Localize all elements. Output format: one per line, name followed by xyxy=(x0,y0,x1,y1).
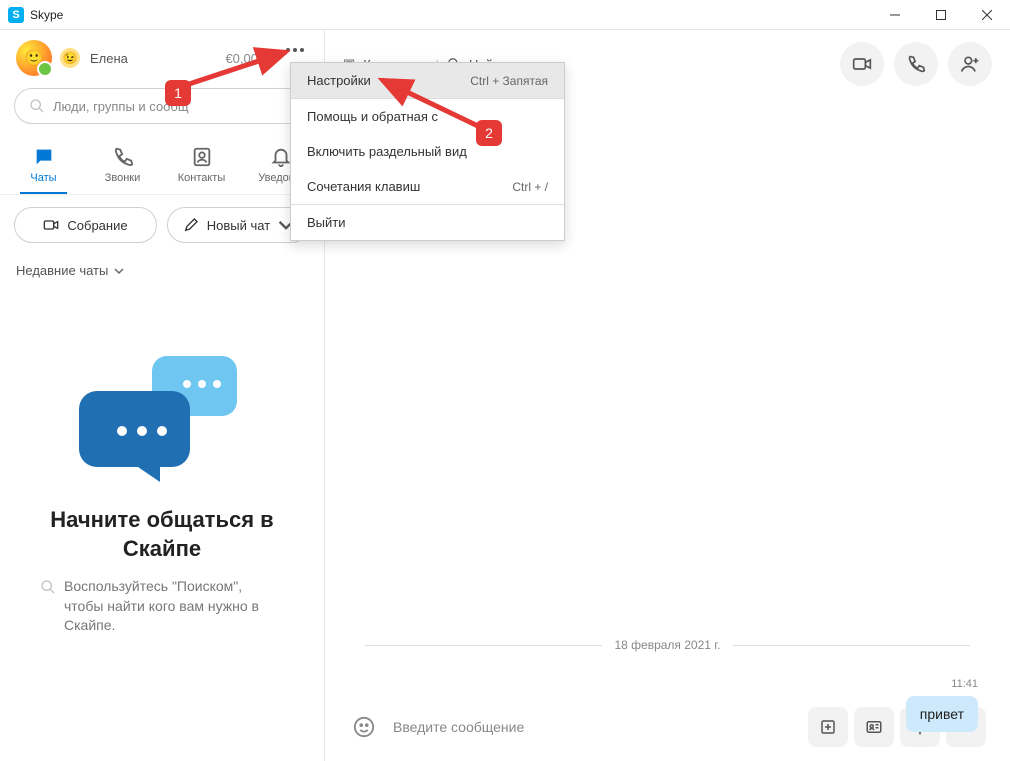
chat-icon xyxy=(33,146,55,168)
message-time: 11:41 xyxy=(951,678,978,690)
search-icon xyxy=(29,98,45,114)
meeting-button[interactable]: Собрание xyxy=(14,207,157,243)
menu-item-shortcuts[interactable]: Сочетания клавиш Ctrl + / xyxy=(291,169,564,204)
tab-label: Контакты xyxy=(178,172,226,184)
menu-item-exit[interactable]: Выйти xyxy=(291,205,564,240)
close-button[interactable] xyxy=(964,0,1010,30)
bell-icon xyxy=(270,146,292,168)
skype-logo-icon: S xyxy=(8,7,24,23)
empty-state: Начните общаться в Скайпе Воспользуйтесь… xyxy=(0,286,324,636)
video-call-button[interactable] xyxy=(840,42,884,86)
menu-label: Настройки xyxy=(307,73,371,88)
window-controls xyxy=(872,0,1010,30)
phone-icon xyxy=(112,146,134,168)
action-row: Собрание Новый чат xyxy=(0,195,324,255)
menu-label: Выйти xyxy=(307,215,346,230)
audio-call-button[interactable] xyxy=(894,42,938,86)
user-name[interactable]: Елена xyxy=(90,51,128,66)
new-chat-button[interactable]: Новый чат xyxy=(167,207,310,243)
search-icon xyxy=(40,579,56,595)
tab-calls[interactable]: Звонки xyxy=(83,140,162,194)
emoji-button[interactable] xyxy=(349,712,379,742)
mood-icon[interactable]: 😉 xyxy=(60,48,80,68)
menu-label: Сочетания клавиш xyxy=(307,179,420,194)
sidebar: 🙂 😉 Елена €0,00 Чаты Звонки Конта xyxy=(0,30,325,761)
chevron-down-icon xyxy=(114,266,124,276)
date-divider: 18 февраля 2021 г. xyxy=(325,638,1010,652)
button-label: Новый чат xyxy=(207,218,270,233)
message-input[interactable]: Введите сообщение xyxy=(393,719,794,735)
recent-chats-header[interactable]: Недавние чаты xyxy=(0,255,324,286)
compose-icon xyxy=(183,217,199,233)
annotation-badge-1: 1 xyxy=(165,80,191,106)
search-box[interactable] xyxy=(14,88,310,124)
button-label: Собрание xyxy=(67,218,127,233)
chat-bubbles-illustration xyxy=(30,346,294,486)
tab-label: Чаты xyxy=(30,172,56,184)
annotation-badge-2: 2 xyxy=(476,120,502,146)
video-icon xyxy=(43,217,59,233)
tab-contacts[interactable]: Контакты xyxy=(162,140,241,194)
message-bubble[interactable]: привет xyxy=(906,696,978,732)
recent-label: Недавние чаты xyxy=(16,263,108,278)
empty-title: Начните общаться в Скайпе xyxy=(30,506,294,563)
titlebar: S Skype xyxy=(0,0,1010,30)
tab-label: Звонки xyxy=(105,172,141,184)
contact-card-button[interactable] xyxy=(854,707,894,747)
add-people-button[interactable] xyxy=(948,42,992,86)
date-text: 18 февраля 2021 г. xyxy=(614,638,720,652)
attach-file-button[interactable] xyxy=(808,707,848,747)
menu-shortcut: Ctrl + / xyxy=(512,180,548,194)
empty-description: Воспользуйтесь "Поиском", чтобы найти ко… xyxy=(64,577,284,636)
contacts-icon xyxy=(191,146,213,168)
avatar[interactable]: 🙂 xyxy=(16,40,52,76)
tab-chats[interactable]: Чаты xyxy=(4,140,83,194)
minimize-button[interactable] xyxy=(872,0,918,30)
menu-label: Включить раздельный вид xyxy=(307,144,467,159)
nav-tabs: Чаты Звонки Контакты Уведомл xyxy=(0,134,324,195)
app-title: Skype xyxy=(30,8,63,22)
maximize-button[interactable] xyxy=(918,0,964,30)
